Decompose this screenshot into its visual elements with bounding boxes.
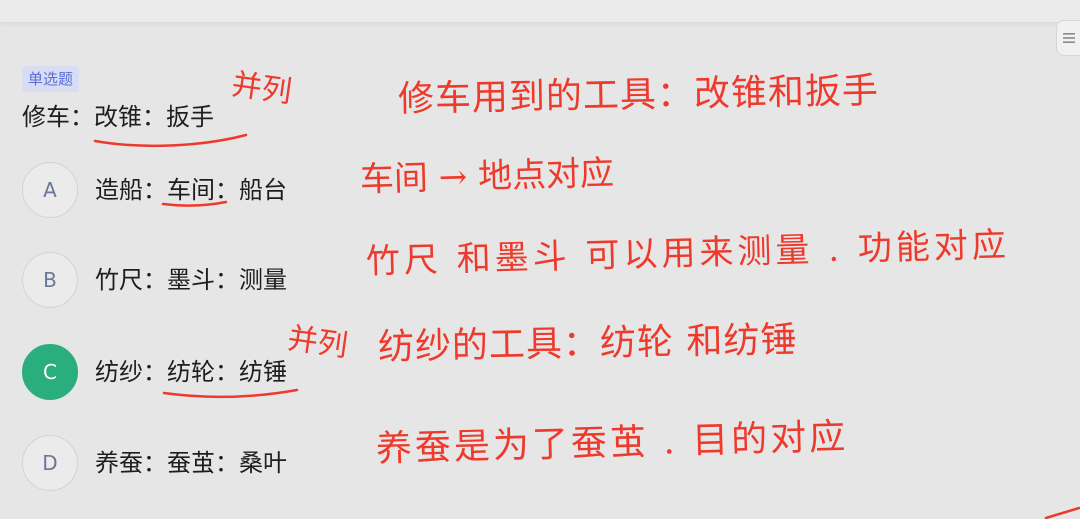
handwritten-option-d-note: 养蚕是为了蚕茧 . 目的对应 [375, 416, 849, 470]
handwritten-option-a-note: 车间 → 地点对应 [359, 153, 615, 200]
option-text: 造船：车间：船台 [95, 176, 287, 204]
question-stem: 修车：改锥：扳手 [22, 103, 214, 131]
handwritten-stem-note: 修车用到的工具：改锥和扳手 [397, 70, 880, 120]
option-a[interactable]: A 造船：车间：船台 [22, 162, 287, 218]
stray-ink-mark [1044, 506, 1080, 519]
menu-icon [1062, 31, 1076, 45]
option-letter-badge: B [22, 252, 78, 308]
option-letter-badge: D [22, 435, 78, 491]
option-c[interactable]: C 纺纱：纺轮：纺锤 [22, 344, 287, 400]
handwritten-option-c-relation: 并列 [285, 321, 350, 365]
option-d[interactable]: D 养蚕：蚕茧：桑叶 [22, 435, 287, 491]
handwritten-stem-relation: 并列 [229, 67, 294, 111]
option-text: 养蚕：蚕茧：桑叶 [95, 449, 287, 477]
question-type-tag: 单选题 [22, 66, 80, 92]
option-text: 竹尺：墨斗：测量 [95, 266, 287, 294]
handwritten-option-c-note: 纺纱的工具：纺轮 和纺锤 [377, 319, 798, 368]
underline-stem-answer [93, 133, 248, 148]
handwritten-option-b-note: 竹尺 和墨斗 可以用来测量 . 功能对应 [365, 225, 1011, 282]
option-text: 纺纱：纺轮：纺锤 [95, 358, 287, 386]
option-b[interactable]: B 竹尺：墨斗：测量 [22, 252, 287, 308]
option-letter-badge: A [22, 162, 78, 218]
menu-button[interactable] [1056, 20, 1080, 56]
top-bar [0, 0, 1080, 22]
option-letter-badge: C [22, 344, 78, 400]
